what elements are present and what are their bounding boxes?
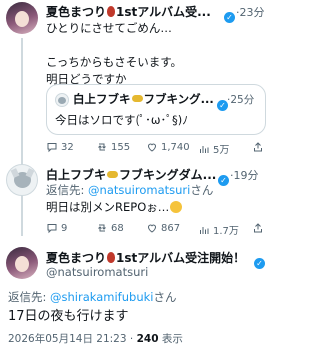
views-chart-icon <box>200 145 209 153</box>
avatar-fubuki[interactable] <box>6 164 38 196</box>
retweet-count: 68 <box>111 222 124 234</box>
tweet2-display-name: 白上フブキ <box>46 168 107 182</box>
quote-avatar-fubuki <box>55 93 69 107</box>
reply-button[interactable]: 32 <box>46 141 74 153</box>
tweet2-author[interactable]: 白上フブキ フブキングダム... <box>46 166 216 183</box>
retweet-icon <box>98 224 106 232</box>
retweet-count: 155 <box>111 141 131 153</box>
tweet3-views-label: 表示 <box>161 333 183 345</box>
tweet2-text: 明日は別メンREPOぉ… <box>46 199 183 216</box>
views-count: 1.7万 <box>213 226 239 237</box>
tweet1-display-name: 夏色まつり <box>46 5 107 19</box>
corn-emoji-icon <box>131 95 143 102</box>
like-button[interactable]: 1,740 <box>146 141 190 153</box>
quote-time: ·25分 <box>227 94 255 106</box>
grimace-emoji-icon <box>170 201 183 213</box>
tweet3-timestamp[interactable]: 2026年05月14日 21:23 <box>8 333 127 345</box>
verified-badge-icon: ✓ <box>224 12 235 23</box>
thread-connector <box>21 38 23 236</box>
views-button[interactable]: 1.7万 <box>198 222 239 237</box>
tweet3-name-suffix: 1stアルバム受注開始！ <box>116 251 246 265</box>
tweet2-reply-context: 返信先: @natsuiromatsuriさん <box>46 182 213 199</box>
reply-handle-link[interactable]: @shirakamifubuki <box>50 290 153 304</box>
like-count: 867 <box>161 222 181 234</box>
tweet1-line <box>46 37 182 54</box>
tweet1-author[interactable]: 夏色まつり 1stアルバム受... <box>46 3 230 20</box>
reply-count: 9 <box>61 222 68 234</box>
bean-emoji-icon <box>107 252 116 263</box>
retweet-icon <box>98 143 106 151</box>
verified-badge-icon: ✓ <box>254 258 265 269</box>
like-count: 1,740 <box>161 141 190 153</box>
reply-suffix: さん <box>190 183 214 197</box>
reply-icon <box>47 224 57 234</box>
tweet1-name-suffix: 1stアルバム受... <box>116 5 211 19</box>
reply-icon <box>47 143 57 153</box>
tweet1-line: こっちからもさそいます。 <box>46 55 183 69</box>
tweet1-line: ひとりにさせてごめん… <box>46 21 172 35</box>
tweet3-handle[interactable]: @natsuiromatsuri <box>46 264 148 281</box>
like-button[interactable]: 867 <box>146 222 180 234</box>
share-icon[interactable] <box>252 141 264 153</box>
views-chart-icon <box>200 226 209 234</box>
quote-text: 今日はソロです(ﾟ･ω･ﾟ§)ﾉ <box>55 113 189 127</box>
meta-separator: · <box>129 333 134 345</box>
verified-badge-icon: ✓ <box>218 175 229 186</box>
tweet1-time[interactable]: ·23分 <box>236 4 265 20</box>
share-icon[interactable] <box>252 222 264 234</box>
quote-name-suffix: フブキング... <box>143 92 214 106</box>
quote-author: 白上フブキ フブキング... <box>73 91 215 107</box>
tweet2-time[interactable]: ·19分 <box>230 167 259 183</box>
tweet2-text-content: 明日は別メンREPOぉ… <box>46 200 170 214</box>
heart-icon <box>147 143 157 152</box>
reply-prefix: 返信先: <box>46 183 89 197</box>
tweet1-body: ひとりにさせてごめん… こっちからもさそいます。 明日どうですか <box>46 20 182 88</box>
tweet3-meta: 2026年05月14日 21:23 · 240 表示 <box>8 331 183 346</box>
corn-emoji-icon <box>107 171 119 178</box>
tweet3-reply-context: 返信先: @shirakamifubukiさん <box>8 289 176 306</box>
avatar-natsuiromatsuri[interactable] <box>6 2 38 34</box>
views-count: 5万 <box>213 145 230 156</box>
quote-display-name: 白上フブキ <box>73 92 131 106</box>
tweet3-views-count: 240 <box>136 333 159 345</box>
reply-count: 32 <box>61 141 74 153</box>
views-button[interactable]: 5万 <box>198 141 229 156</box>
retweet-button[interactable]: 155 <box>96 141 130 153</box>
avatar-natsuiromatsuri[interactable] <box>6 247 38 279</box>
reply-suffix: さん <box>153 290 177 304</box>
reply-button[interactable]: 9 <box>46 222 67 234</box>
tweet3-display-name: 夏色まつり <box>46 251 107 265</box>
tweet3-text: 17日の夜も行けます <box>8 309 129 324</box>
retweet-button[interactable]: 68 <box>96 222 124 234</box>
tweet2-name-suffix: フブキングダム... <box>119 168 216 182</box>
quote-tweet-card[interactable]: 白上フブキ フブキング... ✓ ·25分 今日はソロです(ﾟ･ω･ﾟ§)ﾉ <box>46 84 266 135</box>
heart-icon <box>147 224 157 233</box>
reply-prefix: 返信先: <box>8 290 51 304</box>
reply-handle-link[interactable]: @natsuiromatsuri <box>88 183 190 197</box>
bean-emoji-icon <box>107 6 116 17</box>
